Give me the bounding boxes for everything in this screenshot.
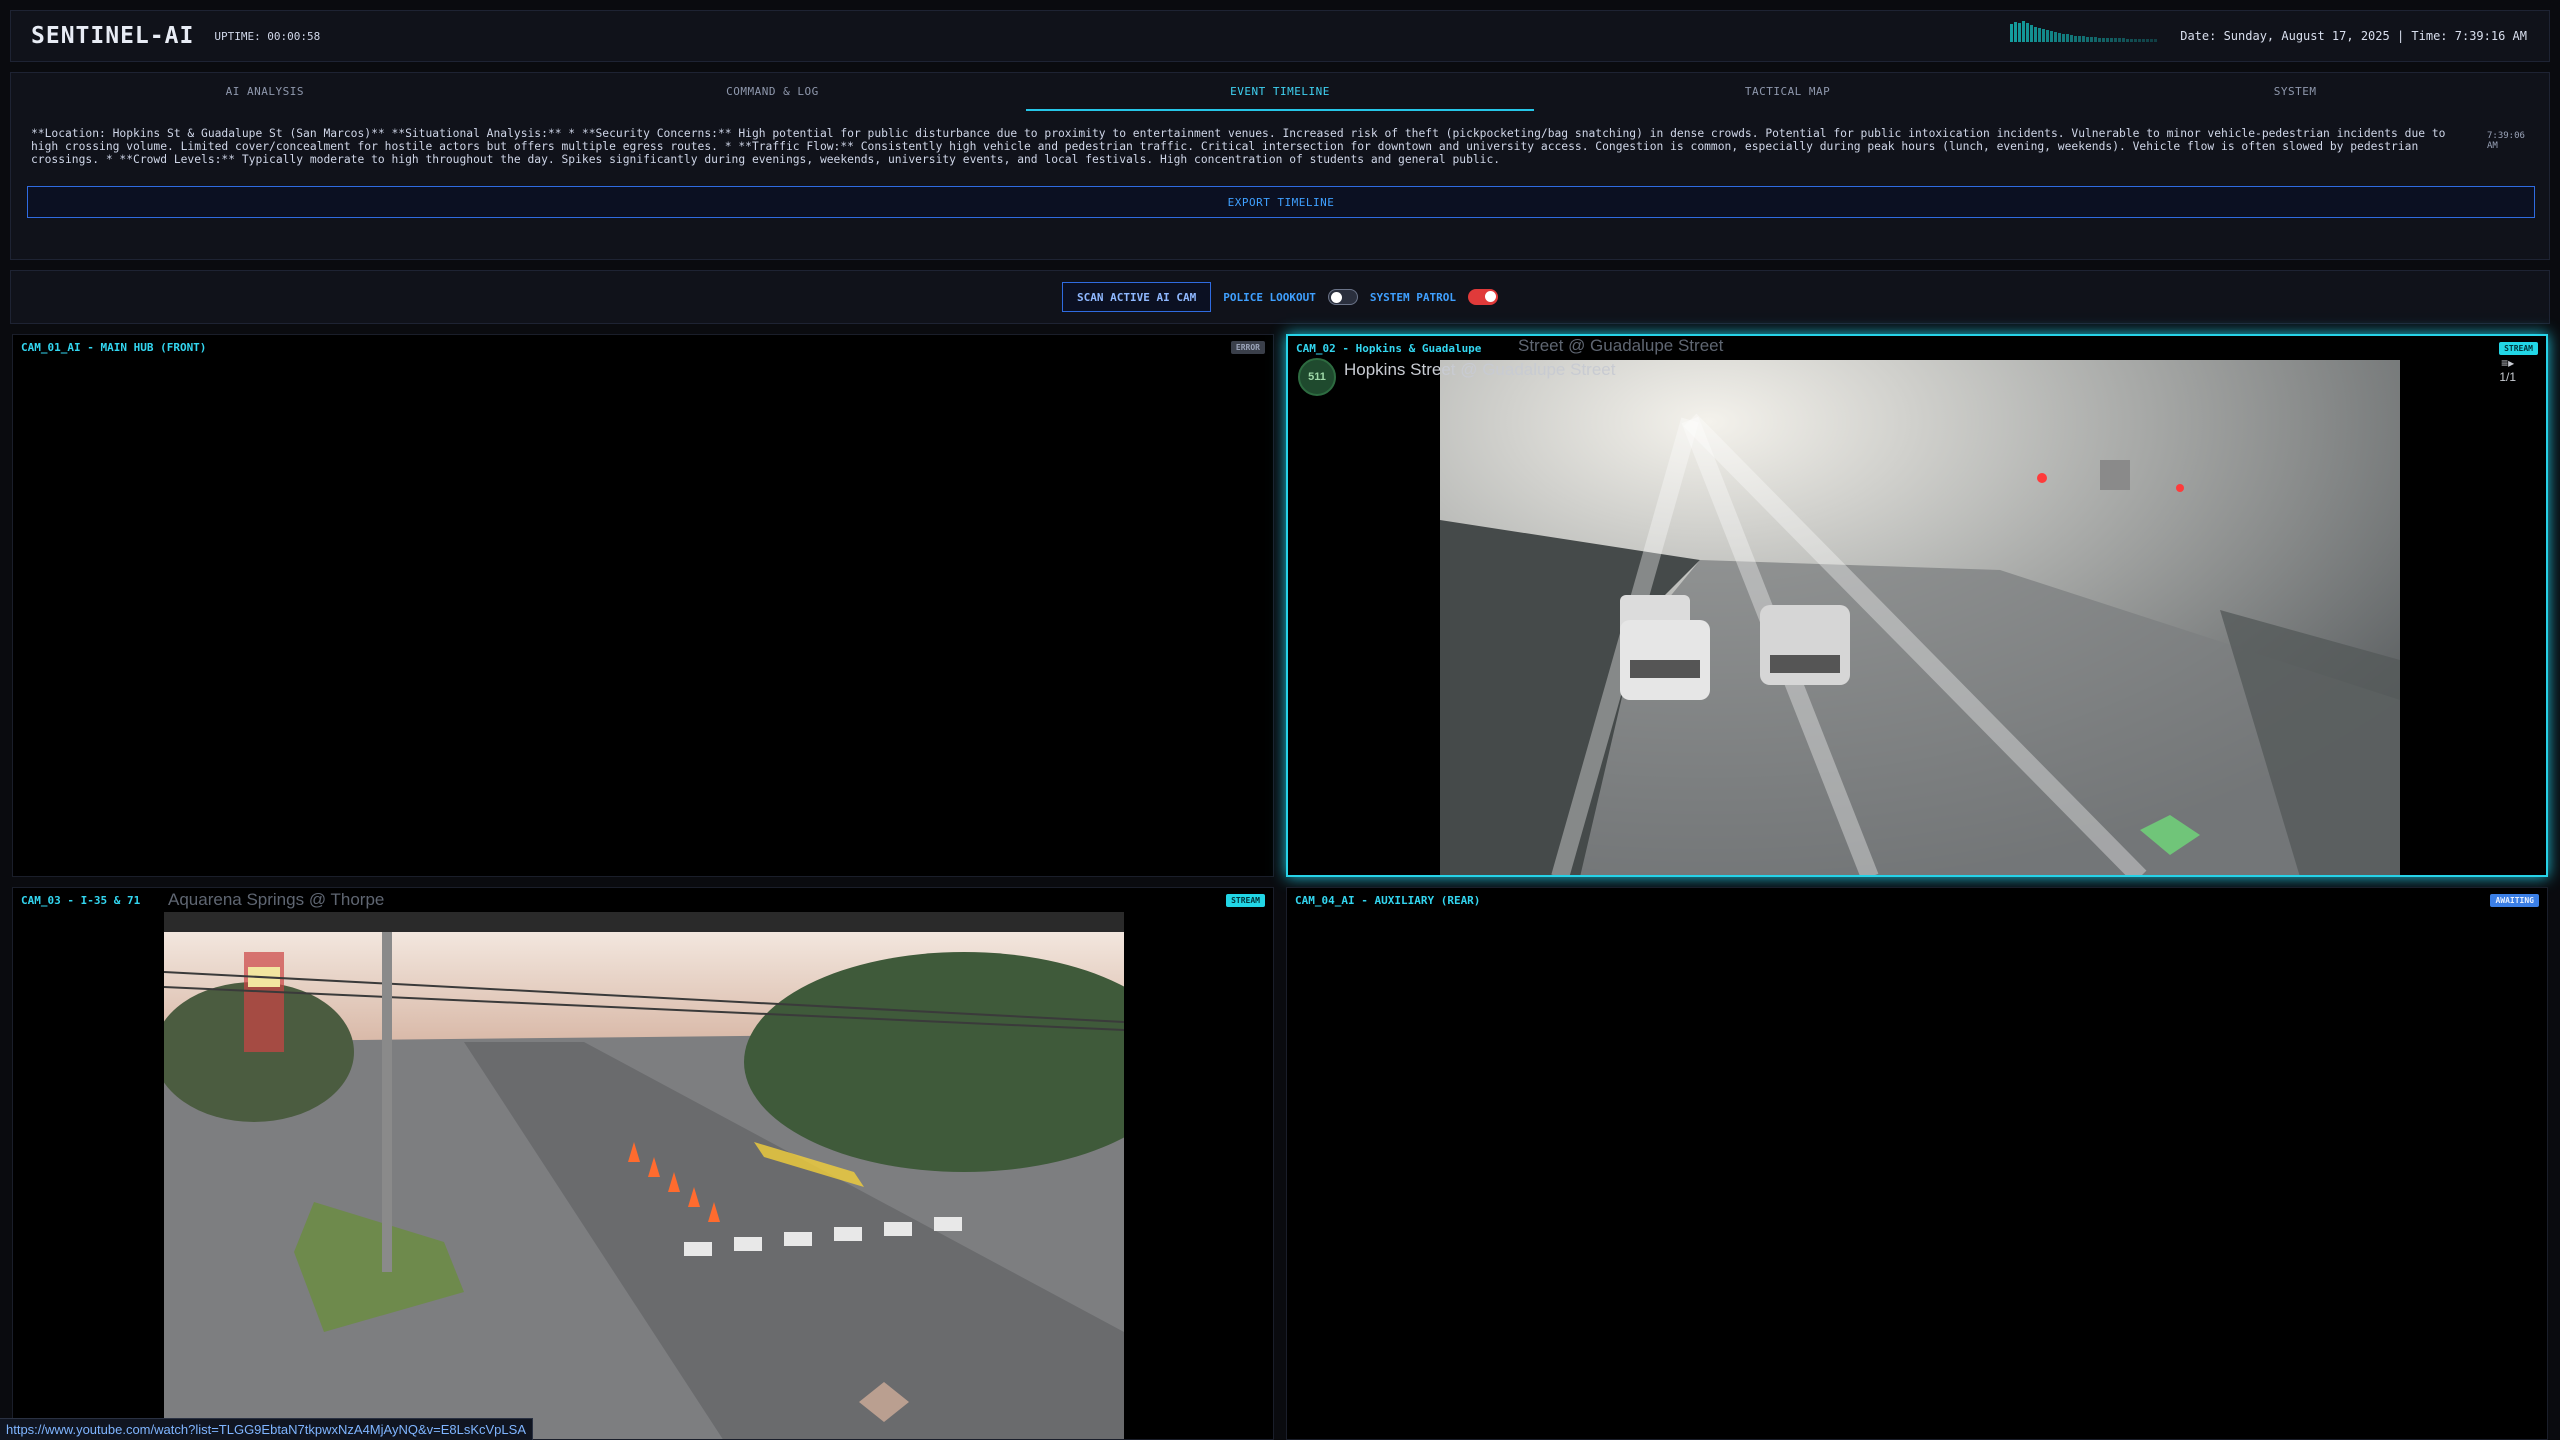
- signal-bar: [2014, 22, 2017, 42]
- top-header: SENTINEL-AI UPTIME: 00:00:58 Date: Sunda…: [10, 10, 2550, 62]
- signal-bar: [2050, 31, 2053, 42]
- toggle-knob: [1330, 292, 1342, 303]
- video-title[interactable]: Hopkins Street @ Guadalupe Street: [1344, 360, 1615, 380]
- playlist-icon: ≡▸: [2501, 356, 2515, 370]
- app-title: SENTINEL-AI: [31, 23, 195, 49]
- cam-03-label: CAM_03 - I-35 & 71: [21, 894, 141, 907]
- cam-03-panel[interactable]: CAM_03 - I-35 & 71 STREAM Aquarena Sprin…: [12, 887, 1274, 1440]
- signal-bar: [2070, 35, 2073, 42]
- link-status-bar: https://www.youtube.com/watch?list=TLGG9…: [0, 1418, 533, 1440]
- cam-04-panel[interactable]: CAM_04_AI - AUXILIARY (REAR) AWAITING: [1286, 887, 2548, 1440]
- signal-bar: [2150, 39, 2153, 42]
- signal-bar: [2114, 38, 2117, 42]
- datetime-readout: Date: Sunday, August 17, 2025 | Time: 7:…: [2180, 29, 2527, 43]
- timeline-body: **Location: Hopkins St & Guadalupe St (S…: [11, 111, 2549, 166]
- cam-02-status-badge: STREAM: [2499, 342, 2538, 355]
- cam-03-status-badge: STREAM: [1226, 894, 1265, 907]
- cam-01-status-badge: ERROR: [1230, 341, 1265, 354]
- cam-02-label: CAM_02 - Hopkins & Guadalupe: [1296, 342, 1482, 355]
- police-lookout-label: POLICE LOOKOUT: [1223, 290, 1316, 304]
- signal-bar: [2082, 36, 2085, 42]
- signal-bar: [2066, 34, 2069, 42]
- signal-bar: [2142, 39, 2145, 42]
- channel-avatar[interactable]: 511: [1298, 358, 1336, 396]
- toggle-knob: [1485, 291, 1497, 302]
- signal-bar: [2110, 38, 2113, 42]
- tab-event-timeline[interactable]: EVENT TIMELINE: [1026, 73, 1534, 111]
- signal-bar: [2138, 39, 2141, 42]
- signal-bar: [2038, 28, 2041, 42]
- signal-bar: [2026, 23, 2029, 42]
- signal-bar: [2146, 39, 2149, 42]
- export-timeline-button[interactable]: EXPORT TIMELINE: [27, 186, 2535, 218]
- signal-bar: [2094, 37, 2097, 42]
- signal-bar: [2046, 30, 2049, 42]
- timeline-entry-text: **Location: Hopkins St & Guadalupe St (S…: [31, 127, 2446, 166]
- system-patrol-label: SYSTEM PATROL: [1369, 290, 1457, 304]
- signal-bar: [2062, 34, 2065, 42]
- tab-tactical-map[interactable]: TACTICAL MAP: [1534, 73, 2042, 111]
- cam-02-panel[interactable]: CAM_02 - Hopkins & Guadalupe Street @ Gu…: [1286, 334, 2548, 877]
- tab-ai-analysis[interactable]: AI ANALYSIS: [11, 73, 519, 111]
- signal-bar: [2118, 38, 2121, 42]
- uptime-readout: UPTIME: 00:00:58: [214, 29, 321, 43]
- tab-bar: AI ANALYSIS COMMAND & LOG EVENT TIMELINE…: [11, 73, 2549, 111]
- control-bar: SCAN ACTIVE AI CAM POLICE LOOKOUT SYSTEM…: [10, 270, 2550, 324]
- cam-01-panel[interactable]: CAM_01_AI - MAIN HUB (FRONT) ERROR: [12, 334, 1274, 877]
- timeline-entry-time: 7:39:06 AM: [2487, 131, 2525, 151]
- scan-active-ai-cam-button[interactable]: SCAN ACTIVE AI CAM: [1061, 282, 1212, 312]
- signal-bar: [2098, 38, 2101, 42]
- cam-02-video-feed[interactable]: [1440, 360, 2400, 875]
- signal-bar: [2130, 39, 2133, 42]
- info-panel: AI ANALYSIS COMMAND & LOG EVENT TIMELINE…: [10, 72, 2550, 260]
- cam-03-feed-title: Aquarena Springs @ Thorpe: [168, 890, 385, 909]
- signal-bar: [2122, 38, 2125, 42]
- signal-visualizer: [2010, 10, 2160, 42]
- cam-03-scene: [164, 912, 1124, 1439]
- signal-bar: [2154, 39, 2157, 42]
- cam-01-label: CAM_01_AI - MAIN HUB (FRONT): [21, 341, 207, 354]
- police-lookout-toggle[interactable]: [1327, 289, 1358, 305]
- cam-02-feed-title: Street @ Guadalupe Street: [1518, 336, 1724, 355]
- system-patrol-toggle[interactable]: [1468, 289, 1499, 305]
- signal-bar: [2034, 27, 2037, 42]
- signal-bar: [2018, 23, 2021, 42]
- signal-bar: [2102, 38, 2105, 42]
- signal-bar: [2090, 37, 2093, 42]
- playlist-count: 1/1: [2499, 370, 2516, 384]
- signal-bar: [2010, 24, 2013, 42]
- cam-04-label: CAM_04_AI - AUXILIARY (REAR): [1295, 894, 1481, 907]
- signal-bar: [2042, 29, 2045, 42]
- tab-command-log[interactable]: COMMAND & LOG: [519, 73, 1027, 111]
- tab-system[interactable]: SYSTEM: [2041, 73, 2549, 111]
- signal-bar: [2126, 39, 2129, 42]
- signal-bar: [2074, 36, 2077, 42]
- cam-03-video-feed[interactable]: [164, 912, 1124, 1439]
- cam-02-scene: [1440, 360, 2400, 875]
- signal-bar: [2086, 37, 2089, 42]
- signal-bar: [2106, 38, 2109, 42]
- signal-bar: [2134, 39, 2137, 42]
- signal-bar: [2054, 32, 2057, 42]
- playlist-counter[interactable]: ≡▸ 1/1: [2499, 356, 2516, 384]
- signal-bar: [2078, 36, 2081, 42]
- signal-bar: [2058, 33, 2061, 42]
- cam-04-status-badge: AWAITING: [2490, 894, 2539, 907]
- signal-bar: [2030, 25, 2033, 42]
- signal-bar: [2022, 21, 2025, 42]
